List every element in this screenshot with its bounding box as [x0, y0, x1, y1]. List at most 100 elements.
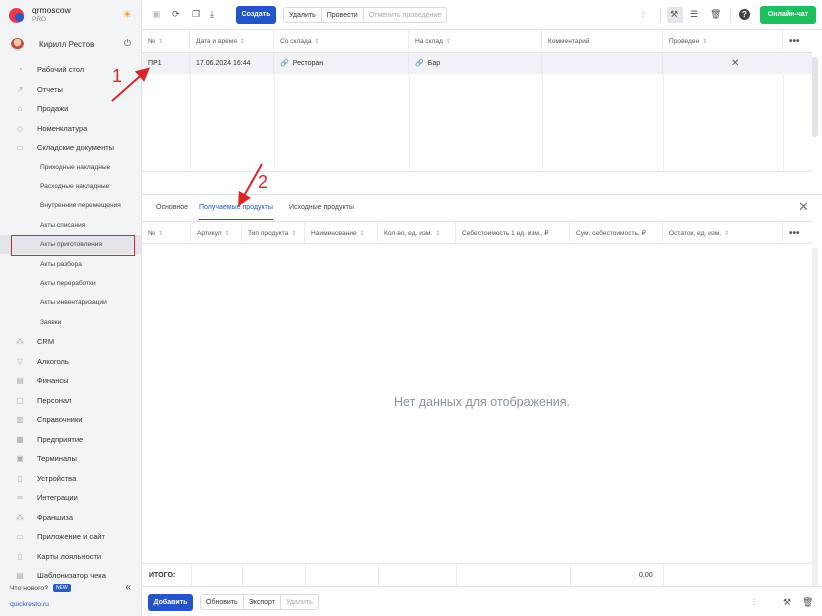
finance-icon: ▤	[16, 376, 24, 386]
products-table-header: № ⇕ Артикул ⇕ Тип продукта ⇕ Наименование ⇕ …	[142, 221, 812, 245]
new-badge: NEW	[52, 584, 71, 592]
reports-icon: ↗	[16, 84, 24, 94]
column-menu-icon[interactable]: •••	[783, 30, 812, 53]
create-button[interactable]: Создать	[236, 6, 276, 24]
column-menu-icon[interactable]: •••	[783, 222, 812, 245]
nomenclature-icon: ◇	[16, 123, 24, 133]
online-chat-button[interactable]: Онлайн-чат	[760, 6, 816, 24]
bottom-toolbar: Добавить Обновить Экспорт Удалить ⫶ ⚒ 🗑	[142, 586, 822, 616]
col-comment[interactable]: Комментарий	[542, 30, 663, 53]
sidebar-sub-processing[interactable]: Акты переработки	[0, 274, 142, 293]
unpost-button[interactable]: Отменить проведение	[364, 8, 447, 22]
col-total-cost[interactable]: Сум. себестоимость, ₽	[570, 222, 663, 245]
sidebar-item-finance[interactable]: ▤ Финансы	[0, 371, 142, 391]
brand[interactable]: qrmoscow PRO ☀	[0, 0, 142, 30]
sidebar-item-staff[interactable]: ▢ Персонал	[0, 391, 142, 411]
col-to-warehouse[interactable]: На склад ⇕	[409, 30, 542, 53]
not-posted-icon: ✕	[731, 58, 740, 69]
col-remainder[interactable]: Остаток, ед. изм. ⇕	[663, 222, 783, 245]
cell-to[interactable]: 🔗 Бар	[409, 53, 542, 74]
sidebar-sub-disassembly[interactable]: Акты разбора	[0, 254, 142, 273]
sales-icon: ⌂	[17, 104, 23, 114]
brand-plan: PRO	[32, 16, 47, 23]
sidebar-item-directory[interactable]: ▥ Справочники	[0, 410, 142, 430]
site-link[interactable]: quickresto.ru	[10, 601, 49, 608]
sidebar: qrmoscow PRO ☀ Кирилл Рестов ⏻ ◔ Рабочий …	[0, 0, 142, 616]
filter-settings-icon[interactable]: ⫶	[753, 597, 755, 608]
user-name: Кирилл Рестов	[39, 39, 95, 49]
sidebar-item-crm[interactable]: ⁂ CRM	[0, 332, 142, 352]
tab-source-products[interactable]: Исходные продукты	[289, 195, 354, 220]
sun-icon[interactable]: ☀	[122, 8, 132, 21]
sidebar-sub-preparation[interactable]: Акты приготовления	[0, 235, 142, 257]
sidebar-item-loyalty[interactable]: ▯ Карты лояльности	[0, 547, 142, 567]
sidebar-item-franchise[interactable]: ⁂ Франшиза	[0, 508, 142, 528]
col-quantity[interactable]: Кол-во, ед. изм. ⇕	[378, 222, 456, 245]
sidebar-sub-incoming[interactable]: Приходные накладные	[0, 158, 142, 177]
sidebar-sub-outgoing[interactable]: Расходные накладные	[0, 177, 142, 196]
col-name[interactable]: Наименование ⇕	[305, 222, 378, 245]
totals-label: ИТОГО:	[149, 572, 176, 579]
sidebar-item-terminals[interactable]: ▣ Терминалы	[0, 449, 142, 469]
sidebar-sub-writeoffs[interactable]: Акты списания	[0, 216, 142, 235]
sidebar-item-nomenclature[interactable]: ◇ Номенклатура	[0, 119, 142, 139]
list-icon[interactable]: ☰	[690, 9, 698, 20]
refresh-button[interactable]: Обновить	[201, 595, 244, 609]
annotation-marker-1: 1	[112, 66, 123, 86]
filter-settings-icon[interactable]: ⫶	[642, 9, 644, 20]
col-num[interactable]: № ⇕	[142, 222, 191, 245]
terminal-icon: ▣	[16, 454, 24, 464]
cell-comment	[542, 53, 663, 74]
col-datetime[interactable]: Дата и время ⇕	[190, 30, 274, 53]
sidebar-item-warehouse[interactable]: ▭ Складские документы	[0, 138, 142, 158]
trash-icon[interactable]: 🗑	[710, 9, 721, 20]
copy-icon[interactable]: ❐	[192, 9, 200, 20]
post-button[interactable]: Провести	[322, 8, 364, 22]
save-icon[interactable]: ▣	[152, 9, 161, 20]
tools-icon[interactable]: ⚒	[670, 9, 678, 20]
export-button[interactable]: Экспорт	[244, 595, 282, 609]
directory-icon: ▥	[16, 415, 24, 425]
scrollbar[interactable]	[812, 57, 818, 137]
power-icon[interactable]: ⏻	[124, 38, 131, 49]
delete-row-button[interactable]: Удалить	[281, 595, 318, 609]
sidebar-item-devices[interactable]: ▯ Устройства	[0, 469, 142, 489]
help-icon[interactable]: ?	[739, 9, 750, 20]
close-icon[interactable]: ✕	[798, 199, 809, 215]
staff-icon: ▢	[16, 395, 24, 405]
whats-new-link[interactable]: Что нового? NEW	[10, 584, 71, 592]
sidebar-sub-inventory[interactable]: Акты инвентаризации	[0, 293, 142, 312]
sidebar-item-app[interactable]: ▭ Приложение и сайт	[0, 527, 142, 547]
integration-icon: ∞	[17, 493, 23, 503]
download-icon[interactable]: ⤓	[210, 9, 214, 20]
col-from-warehouse[interactable]: Со склада ⇕	[274, 30, 409, 53]
sidebar-sub-requests[interactable]: Заявки	[0, 313, 142, 332]
collapse-sidebar-icon[interactable]: «	[125, 582, 131, 593]
warehouse-icon: ▭	[16, 143, 24, 153]
col-product-type[interactable]: Тип продукта ⇕	[242, 222, 305, 245]
detail-panel: Основное Получаемые продукты Исходные пр…	[142, 194, 822, 587]
refresh-icon[interactable]: ⟳	[172, 9, 180, 20]
tab-main[interactable]: Основное	[156, 195, 188, 220]
sidebar-item-sales[interactable]: ⌂ Продажи	[0, 99, 142, 119]
add-button[interactable]: Добавить	[148, 594, 193, 611]
scrollbar[interactable]	[812, 248, 818, 588]
table-row[interactable]: ПР1 17.06.2024 16:44 🔗 Ресторан 🔗 Бар ✕	[142, 53, 812, 74]
tools-icon[interactable]: ⚒	[783, 597, 791, 608]
tab-received-products[interactable]: Получаемые продукты	[199, 195, 273, 220]
sidebar-item-alcohol[interactable]: ▽ Алкоголь	[0, 352, 142, 372]
col-num[interactable]: № ⇕	[142, 30, 190, 53]
sidebar-sub-transfers[interactable]: Внутренние перемещения	[0, 196, 142, 215]
col-unit-cost[interactable]: Себестоимость 1 ед. изм., ₽	[456, 222, 570, 245]
sidebar-item-integrations[interactable]: ∞ Интеграции	[0, 488, 142, 508]
col-posted[interactable]: Проведен ⇕	[663, 30, 783, 53]
sidebar-item-enterprise[interactable]: ▦ Предприятие	[0, 430, 142, 450]
col-article[interactable]: Артикул ⇕	[191, 222, 242, 245]
app-icon: ▭	[16, 532, 24, 542]
trash-icon[interactable]: 🗑	[802, 597, 813, 608]
cell-from[interactable]: 🔗 Ресторан	[274, 53, 409, 74]
user-profile[interactable]: Кирилл Рестов ⏻	[0, 34, 142, 54]
franchise-icon: ⁂	[16, 512, 24, 522]
annotation-marker-2: 2	[258, 172, 269, 192]
delete-button[interactable]: Удалить	[284, 8, 322, 22]
